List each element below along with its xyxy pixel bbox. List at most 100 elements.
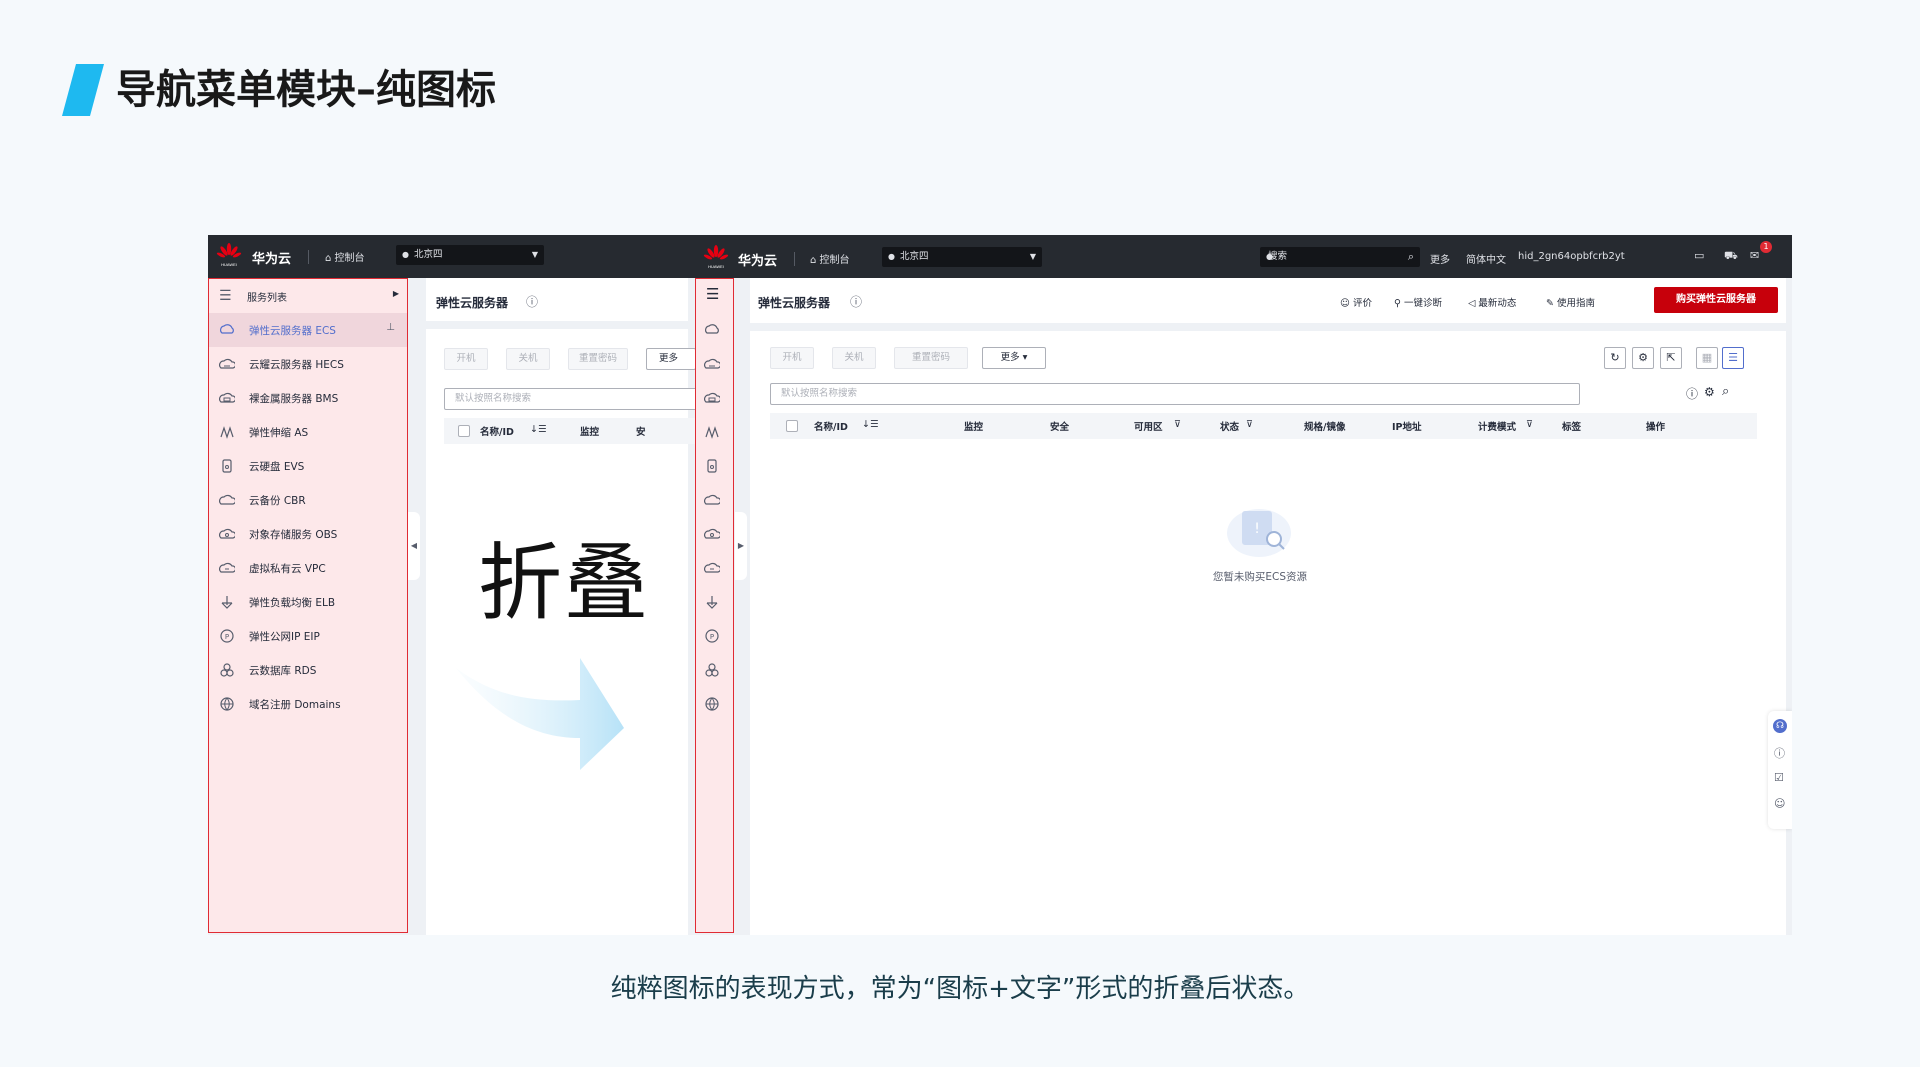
filter-icon: ⊽: [1174, 419, 1181, 430]
global-search-input[interactable]: 搜索⌕: [1260, 247, 1420, 267]
sidebar-item-label: 弹性负载均衡 ELB: [249, 597, 336, 609]
sidebar-item[interactable]: 裸金属服务器 BMS: [209, 381, 407, 415]
select-all-checkbox[interactable]: [786, 420, 798, 432]
expanded-sidebar: ☰ 服务列表 ▶ 弹性云服务器 ECS ⊥ 云耀云服务器 HECS 裸金属服务器 BM…: [208, 278, 408, 933]
more-dropdown[interactable]: 更多 ▾: [982, 347, 1046, 369]
sidebar-expand-handle[interactable]: ▶: [735, 512, 747, 580]
help-circle-icon[interactable]: ⓘ: [1686, 385, 1698, 402]
settings-icon[interactable]: ⚙: [1632, 347, 1654, 369]
eip-icon[interactable]: P: [696, 619, 733, 653]
power-off-button[interactable]: 关机: [506, 348, 550, 370]
help-icon[interactable]: ⓘ: [526, 293, 538, 310]
huawei-logo-icon: HUAWEI: [703, 245, 729, 269]
sidebar-item[interactable]: 云硬盘 EVS: [209, 449, 407, 483]
left-main-area: 弹性云服务器 ⓘ 开机 关机 重置密码 更多 默认按照名称搜索 名称/ID ↓☰…: [426, 278, 704, 935]
elb-icon[interactable]: [696, 585, 733, 619]
table-search-input[interactable]: 默认按照名称搜索: [770, 383, 1580, 405]
sidebar-item[interactable]: 云耀云服务器 HECS: [209, 347, 407, 381]
mail-icon[interactable]: ✉: [1750, 249, 1759, 262]
sidebar-item[interactable]: P 弹性公网IP EIP: [209, 619, 407, 653]
page-title: 弹性云服务器: [758, 296, 831, 310]
filter-icon: ⊽: [1526, 419, 1533, 430]
floating-toolbar: ☊ ⓘ ☑ ☺: [1768, 711, 1792, 829]
sidebar-collapse-handle[interactable]: ◀: [408, 512, 420, 580]
refresh-icon[interactable]: ↻: [1604, 347, 1626, 369]
power-on-button[interactable]: 开机: [770, 347, 814, 369]
brand-name: 华为云: [738, 254, 778, 269]
region-select[interactable]: 北京四▼: [882, 247, 1042, 267]
sidebar-item-label: 弹性公网IP EIP: [249, 631, 320, 643]
slide-caption: 纯粹图标的表现方式，常为“图标+文字”形式的折叠后状态。: [610, 974, 1310, 1004]
menu-hamburger-icon[interactable]: ☰: [219, 288, 235, 304]
customer-service-icon[interactable]: ☊: [1773, 719, 1787, 733]
hecs-icon[interactable]: [696, 347, 733, 381]
sidebar-item-label: 云耀云服务器 HECS: [249, 359, 344, 371]
help-icon[interactable]: ⓘ: [850, 293, 862, 310]
domains-icon[interactable]: [696, 687, 733, 721]
menu-hamburger-icon[interactable]: ☰: [696, 279, 733, 313]
service-list-header[interactable]: ☰ 服务列表 ▶: [209, 279, 407, 313]
power-on-button[interactable]: 开机: [444, 348, 488, 370]
eip-icon: P: [219, 628, 235, 644]
message-icon[interactable]: ▭: [1694, 249, 1704, 262]
sidebar-item[interactable]: 弹性云服务器 ECS ⊥: [209, 313, 407, 347]
obs-icon[interactable]: [696, 517, 733, 551]
power-off-button[interactable]: 关机: [832, 347, 876, 369]
ecs-icon[interactable]: [696, 313, 733, 347]
sidebar-item[interactable]: 虚拟私有云 VPC: [209, 551, 407, 585]
buy-ecs-button[interactable]: 购买弹性云服务器: [1654, 287, 1778, 313]
bms-icon[interactable]: [696, 381, 733, 415]
sidebar-item[interactable]: 弹性负载均衡 ELB: [209, 585, 407, 619]
search-settings-icon[interactable]: ⚙: [1704, 385, 1715, 399]
huawei-logo-icon: HUAWEI: [216, 243, 242, 267]
select-all-checkbox[interactable]: [458, 425, 470, 437]
export-icon[interactable]: ⇱: [1660, 347, 1682, 369]
more-button[interactable]: 更多: [646, 348, 696, 370]
search-icon[interactable]: ⌕: [1722, 384, 1729, 399]
news-link[interactable]: ◁ 最新动态: [1468, 295, 1516, 309]
reset-password-button[interactable]: 重置密码: [894, 347, 968, 369]
sidebar-item-label: 对象存储服务 OBS: [249, 529, 338, 541]
top-bar-right: HUAWEI 华为云 ⌂ 控制台 北京四▼ 搜索⌕ 更多 简体中文 hid_2g…: [688, 235, 1792, 278]
evs-icon: [219, 458, 235, 474]
username[interactable]: hid_2gn64opbfcrb2yt: [1518, 251, 1625, 262]
region-select[interactable]: 北京四▼: [396, 245, 544, 265]
svg-text:P: P: [710, 633, 714, 641]
as-icon: [219, 424, 235, 440]
vpc-icon[interactable]: [696, 551, 733, 585]
brand-name: 华为云: [252, 252, 292, 267]
search-input[interactable]: 默认按照名称搜索: [444, 388, 704, 410]
sidebar-item-label: 裸金属服务器 BMS: [249, 393, 339, 405]
notification-badge: 1: [1760, 241, 1772, 253]
elb-icon: [219, 594, 235, 610]
svg-text:HUAWEI: HUAWEI: [708, 264, 724, 269]
sidebar-item[interactable]: 云数据库 RDS: [209, 653, 407, 687]
grid-view-icon[interactable]: ▦: [1696, 347, 1718, 369]
list-view-icon[interactable]: ☰: [1722, 347, 1744, 369]
sidebar-item[interactable]: 弹性伸缩 AS: [209, 415, 407, 449]
evs-icon[interactable]: [696, 449, 733, 483]
cbr-icon[interactable]: [696, 483, 733, 517]
screenshots-comparison: HUAWEI 华为云 ⌂ 控制台 北京四▼ ☰ 服务列表 ▶ 弹性云服务器 EC…: [208, 235, 1792, 935]
vpc-icon: [219, 560, 237, 576]
rate-link[interactable]: ☺ 评价: [1340, 295, 1372, 309]
console-link[interactable]: ⌂ 控制台: [325, 249, 365, 264]
pin-icon[interactable]: ⊥: [386, 322, 395, 333]
empty-state-icon: !: [1227, 509, 1291, 557]
sidebar-item[interactable]: 对象存储服务 OBS: [209, 517, 407, 551]
help-icon[interactable]: ⓘ: [1774, 745, 1785, 761]
language-switch[interactable]: 简体中文: [1466, 251, 1506, 266]
more-menu[interactable]: 更多: [1430, 251, 1450, 266]
cart-icon[interactable]: ⛟: [1724, 249, 1738, 264]
reset-password-button[interactable]: 重置密码: [568, 348, 628, 370]
diagnose-link[interactable]: ⚲ 一键诊断: [1394, 295, 1442, 309]
console-link[interactable]: ⌂ 控制台: [810, 251, 850, 266]
guide-link[interactable]: ✎ 使用指南: [1546, 295, 1595, 309]
sidebar-item[interactable]: 云备份 CBR: [209, 483, 407, 517]
smile-icon[interactable]: ☺: [1774, 797, 1785, 810]
filter-icon: ⊽: [1246, 419, 1253, 430]
sidebar-item[interactable]: 域名注册 Domains: [209, 687, 407, 721]
feedback-icon[interactable]: ☑: [1774, 771, 1784, 784]
rds-icon[interactable]: [696, 653, 733, 687]
as-icon[interactable]: [696, 415, 733, 449]
